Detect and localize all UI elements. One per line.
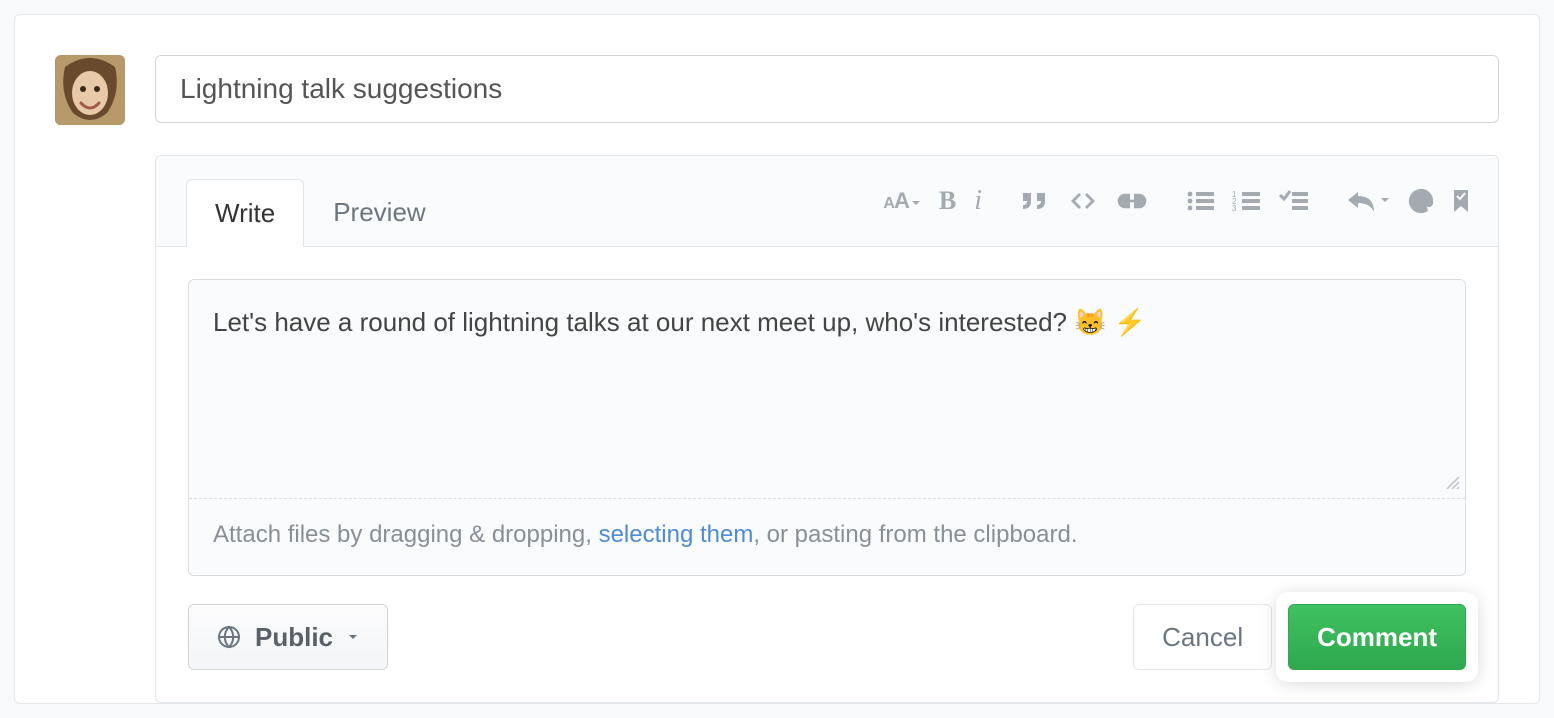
editor-tabbar: Write Preview AA B i [156,156,1498,246]
bold-icon[interactable]: B [939,186,956,216]
misc-group [1346,188,1470,214]
bookmark-icon[interactable] [1452,188,1470,214]
visibility-label: Public [255,622,333,653]
cancel-label: Cancel [1162,622,1243,653]
formatting-toolbar: AA B i [883,156,1478,246]
globe-icon [217,625,241,649]
attach-files-hint: Attach files by dragging & dropping, sel… [189,499,1465,575]
title-row [55,55,1499,125]
tab-write[interactable]: Write [186,179,304,247]
text-style-group: AA B i [883,185,982,217]
attach-select-link[interactable]: selecting them [599,521,754,548]
bullet-list-icon[interactable] [1186,189,1214,213]
task-list-icon[interactable] [1278,189,1308,213]
editor-tabs: Write Preview [186,156,455,246]
chevron-down-icon [347,631,359,643]
numbered-list-icon[interactable]: 123 [1232,189,1260,213]
list-group: 123 [1186,189,1308,213]
title-input[interactable] [155,55,1499,123]
editor-footer: Public Cancel Comment [156,576,1498,702]
insert-group [1020,189,1148,213]
editor-body: Attach files by dragging & dropping, sel… [156,246,1498,576]
link-icon[interactable] [1116,191,1148,211]
editor: Write Preview AA B i [155,155,1499,703]
avatar [55,55,125,125]
attach-text-before: Attach files by dragging & dropping, [213,521,599,548]
svg-text:3: 3 [1232,204,1237,213]
visibility-dropdown[interactable]: Public [188,604,388,670]
resize-grip-icon[interactable] [189,475,1465,499]
textarea-container: Attach files by dragging & dropping, sel… [188,279,1466,576]
editor-wrap: Write Preview AA B i [155,155,1499,703]
mention-icon[interactable] [1408,188,1434,214]
comment-composer-card: Write Preview AA B i [14,14,1540,704]
tab-preview-label: Preview [333,197,425,227]
comment-textarea[interactable] [189,280,1465,470]
comment-button[interactable]: Comment [1288,604,1466,670]
tab-write-label: Write [215,198,275,228]
quote-icon[interactable] [1020,189,1050,213]
submit-halo: Comment [1278,594,1476,680]
attach-text-after: , or pasting from the clipboard. [753,521,1077,548]
italic-icon[interactable]: i [974,185,982,217]
tab-preview[interactable]: Preview [304,178,454,246]
cancel-button[interactable]: Cancel [1133,604,1272,670]
text-size-icon[interactable]: AA [883,188,920,214]
comment-label: Comment [1317,622,1437,653]
reply-icon[interactable] [1346,190,1390,212]
code-icon[interactable] [1068,189,1098,213]
